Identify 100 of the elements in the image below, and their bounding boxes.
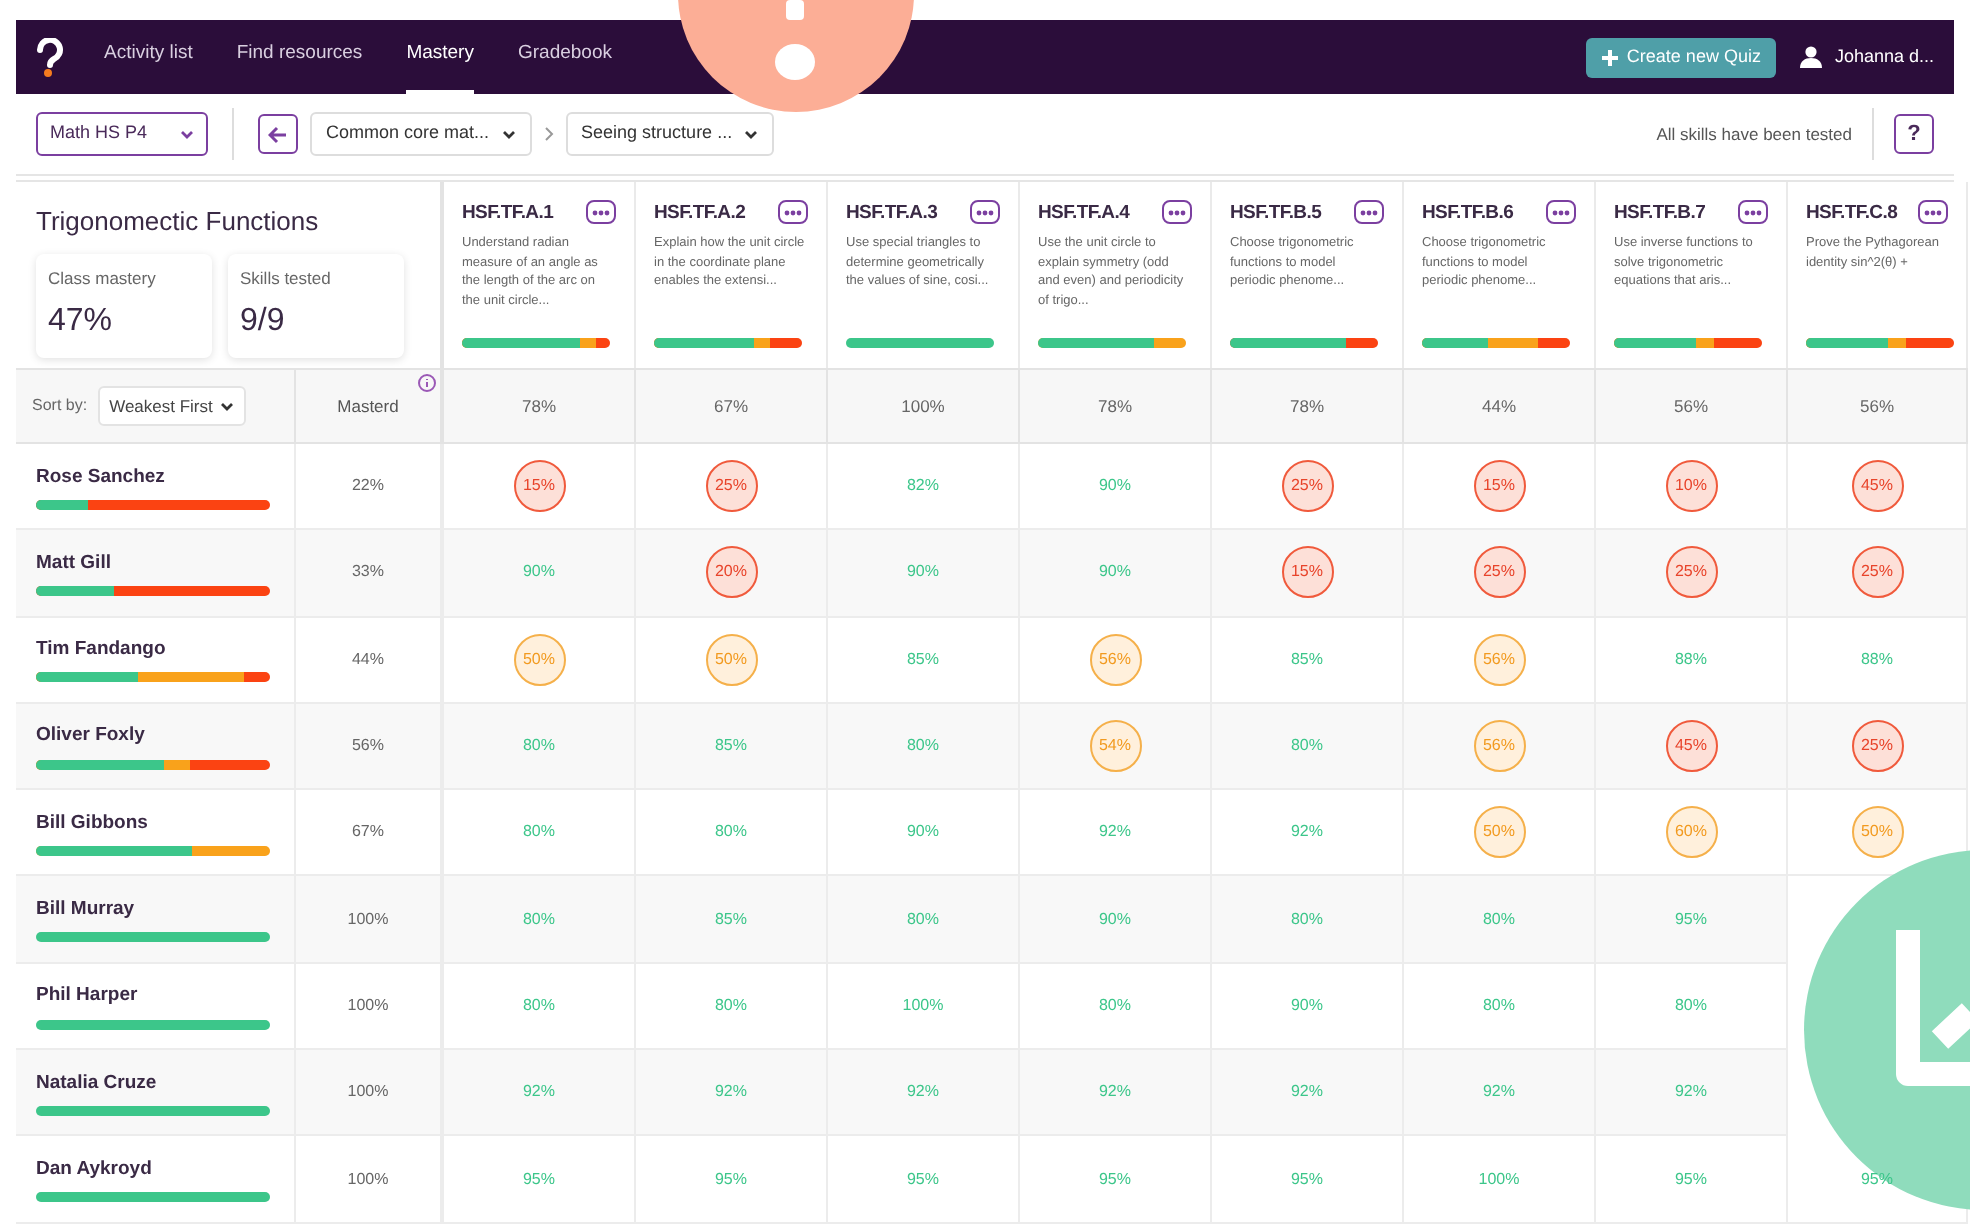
score-text: 92%	[1290, 1080, 1323, 1105]
status-text: All skills have been tested	[1656, 121, 1852, 147]
score-badge: 25%	[705, 460, 757, 513]
skill-mastery: 56%	[1859, 393, 1894, 419]
more-icon	[784, 209, 802, 215]
score-badge: 15%	[1473, 460, 1525, 513]
student-mastery: 100%	[347, 1167, 389, 1192]
score-text: 80%	[522, 734, 555, 759]
back-button[interactable]	[258, 114, 298, 154]
skill-mastery: 78%	[521, 393, 556, 419]
score-text: 95%	[1290, 1167, 1323, 1192]
score-text: 88%	[1860, 647, 1893, 672]
skill-code: HSF.TF.B.5	[1230, 200, 1322, 228]
logo-icon[interactable]	[36, 37, 64, 77]
student-name[interactable]: Dan Aykroyd	[36, 1155, 274, 1185]
score-badge: 56%	[1473, 720, 1525, 773]
student-mastery: 44%	[351, 647, 384, 672]
more-options-button[interactable]	[1738, 200, 1768, 224]
score-badge: 25%	[1851, 720, 1903, 773]
score-text: 85%	[906, 647, 939, 672]
score-text: 92%	[1290, 820, 1323, 845]
help-button[interactable]: ?	[1894, 114, 1934, 154]
nav-tab[interactable]: Mastery	[406, 20, 474, 94]
student-name[interactable]: Rose Sanchez	[36, 463, 274, 492]
more-icon	[1168, 209, 1186, 215]
column-header: Masterd	[337, 393, 399, 419]
sort-label: Sort by:	[32, 394, 88, 418]
more-options-button[interactable]	[970, 200, 1000, 224]
more-icon	[976, 209, 994, 215]
score-badge: 50%	[1473, 806, 1525, 859]
score-badge: 25%	[1281, 460, 1333, 513]
chevron-down-icon	[180, 129, 194, 139]
sort-select[interactable]: Weakest First	[97, 386, 247, 426]
more-options-button[interactable]	[1162, 200, 1192, 224]
more-icon	[1360, 209, 1378, 215]
score-badge: 56%	[1473, 633, 1525, 686]
skill-code: HSF.TF.A.3	[846, 200, 938, 228]
skill-code: HSF.TF.A.4	[1038, 200, 1130, 228]
score-text: 95%	[714, 1167, 747, 1192]
user-name[interactable]: Johanna d...	[1834, 43, 1934, 71]
more-icon	[1552, 209, 1570, 215]
info-icon[interactable]	[418, 374, 436, 392]
student-name[interactable]: Tim Fandango	[36, 636, 274, 665]
score-badge: 54%	[1089, 720, 1141, 773]
chevron-down-icon	[744, 129, 759, 139]
more-options-button[interactable]	[586, 200, 616, 224]
score-text: 92%	[1482, 1080, 1515, 1105]
score-text: 80%	[1482, 993, 1515, 1018]
score-text: 80%	[1674, 993, 1707, 1018]
score-text: 90%	[522, 560, 555, 585]
more-icon	[1924, 209, 1942, 215]
score-text: 80%	[1290, 734, 1323, 759]
score-text: 80%	[522, 993, 555, 1018]
student-name[interactable]: Bill Gibbons	[36, 809, 274, 838]
score-badge: 10%	[1665, 460, 1717, 513]
nav-tab[interactable]: Activity list	[104, 20, 193, 94]
score-badge: 45%	[1851, 460, 1903, 513]
score-text: 92%	[714, 1080, 747, 1105]
breadcrumb-select[interactable]: Common core mat...	[310, 112, 532, 156]
score-text: 92%	[1098, 1080, 1131, 1105]
score-text: 95%	[1674, 907, 1707, 932]
student-mastery: 67%	[351, 820, 384, 845]
score-text: 100%	[1478, 1167, 1520, 1192]
stat-label: Class mastery	[48, 265, 158, 291]
score-badge: 50%	[705, 633, 757, 686]
score-badge: 25%	[1473, 546, 1525, 599]
nav-tab[interactable]: Gradebook	[517, 20, 612, 94]
more-options-button[interactable]	[1546, 200, 1576, 224]
skill-mastery: 56%	[1673, 393, 1708, 419]
more-options-button[interactable]	[1918, 200, 1948, 224]
skill-mastery: 78%	[1289, 393, 1324, 419]
more-options-button[interactable]	[1354, 200, 1384, 224]
user-icon[interactable]	[1800, 46, 1823, 68]
chevron-down-icon	[501, 129, 516, 139]
score-text: 90%	[1098, 474, 1131, 499]
score-text: 92%	[522, 1080, 555, 1105]
more-options-button[interactable]	[778, 200, 808, 224]
student-mastery: 100%	[347, 1080, 389, 1105]
topic-title: Trigonomectic Functions	[36, 204, 321, 240]
breadcrumb-select[interactable]: Seeing structure ...	[565, 112, 775, 156]
student-mastery: 56%	[351, 734, 384, 759]
nav-tab[interactable]: Find resources	[236, 20, 363, 94]
score-text: 80%	[714, 993, 747, 1018]
stat-label: Skills tested	[240, 265, 333, 291]
skill-code: HSF.TF.A.2	[654, 200, 746, 228]
score-badge: 56%	[1089, 633, 1141, 686]
student-name[interactable]: Phil Harper	[36, 982, 274, 1012]
skill-mastery: 100%	[901, 393, 945, 419]
score-text: 80%	[1482, 907, 1515, 932]
arrow-left-icon	[268, 125, 288, 143]
score-text: 80%	[522, 820, 555, 845]
stat-value: 47%	[48, 302, 115, 343]
score-text: 95%	[906, 1167, 939, 1192]
score-text: 80%	[906, 907, 939, 932]
more-icon	[1744, 209, 1762, 215]
skill-mastery: 44%	[1481, 393, 1516, 419]
score-text: 80%	[1098, 993, 1131, 1018]
score-text: 92%	[906, 1080, 939, 1105]
score-badge: 25%	[1665, 546, 1717, 599]
class-select[interactable]: Math HS P4	[36, 112, 208, 156]
